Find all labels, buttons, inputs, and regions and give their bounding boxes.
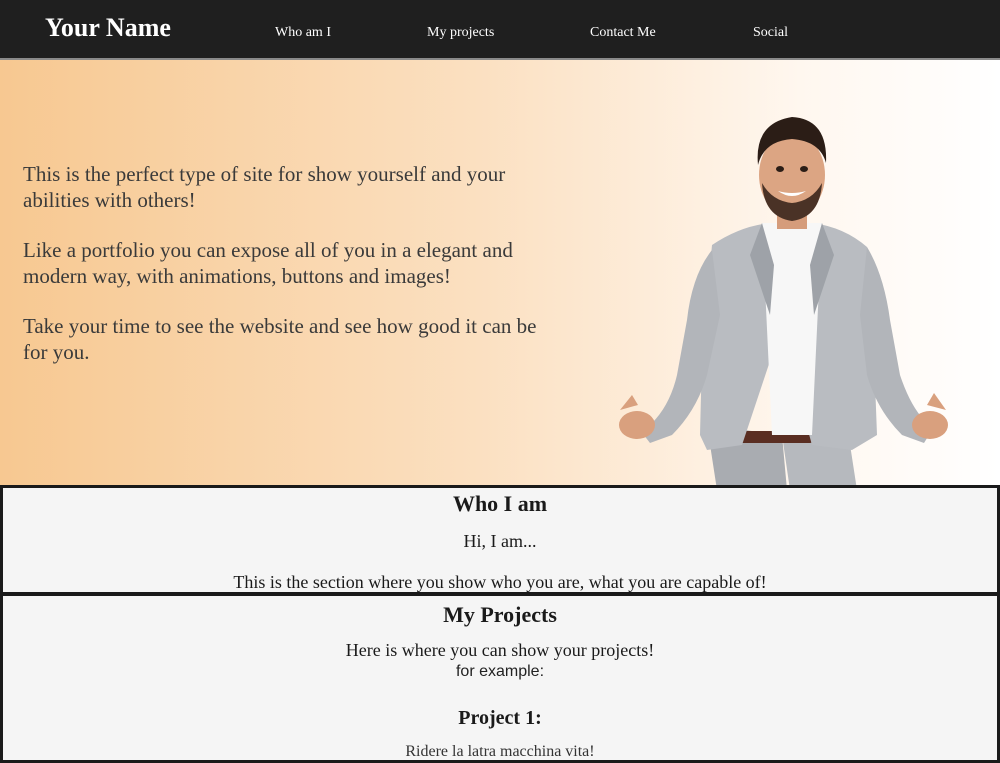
my-projects-title: My Projects <box>443 602 557 627</box>
brand-name[interactable]: Your Name <box>45 12 171 44</box>
who-i-am-title: Who I am <box>452 491 548 516</box>
nav-link-my-projects[interactable]: My projects <box>427 24 494 42</box>
hero-paragraph-intro: This is the perfect type of site for sho… <box>23 162 506 212</box>
project-1-title: Project 1: <box>458 707 542 729</box>
project-1-description: Ridere la latra macchina vita! <box>405 743 595 760</box>
who-i-am-description: This is the section where you show who y… <box>233 572 767 592</box>
my-projects-example-label: for example: <box>455 663 545 680</box>
top-navbar: Your Name Who am I My projects Contact M… <box>0 0 1000 60</box>
who-i-am-greeting: Hi, I am... <box>463 531 537 551</box>
hero-person-image <box>619 117 948 486</box>
hero-section: This is the perfect type of site for sho… <box>0 60 1000 486</box>
hero-text: This is the perfect type of site for sho… <box>23 162 563 390</box>
nav-link-who-am-i[interactable]: Who am I <box>275 24 331 42</box>
nav-link-social[interactable]: Social <box>753 24 788 42</box>
my-projects-section: My Projects Here is where you can show y… <box>0 593 1000 763</box>
hero-paragraph-portfolio: Like a portfolio you can expose all of y… <box>23 238 513 288</box>
nav-link-contact-me[interactable]: Contact Me <box>590 24 656 42</box>
hero-paragraph-invite: Take your time to see the website and se… <box>23 314 537 364</box>
my-projects-intro: Here is where you can show your projects… <box>345 640 655 660</box>
who-i-am-section: Who I am Hi, I am... This is the section… <box>0 485 1000 595</box>
